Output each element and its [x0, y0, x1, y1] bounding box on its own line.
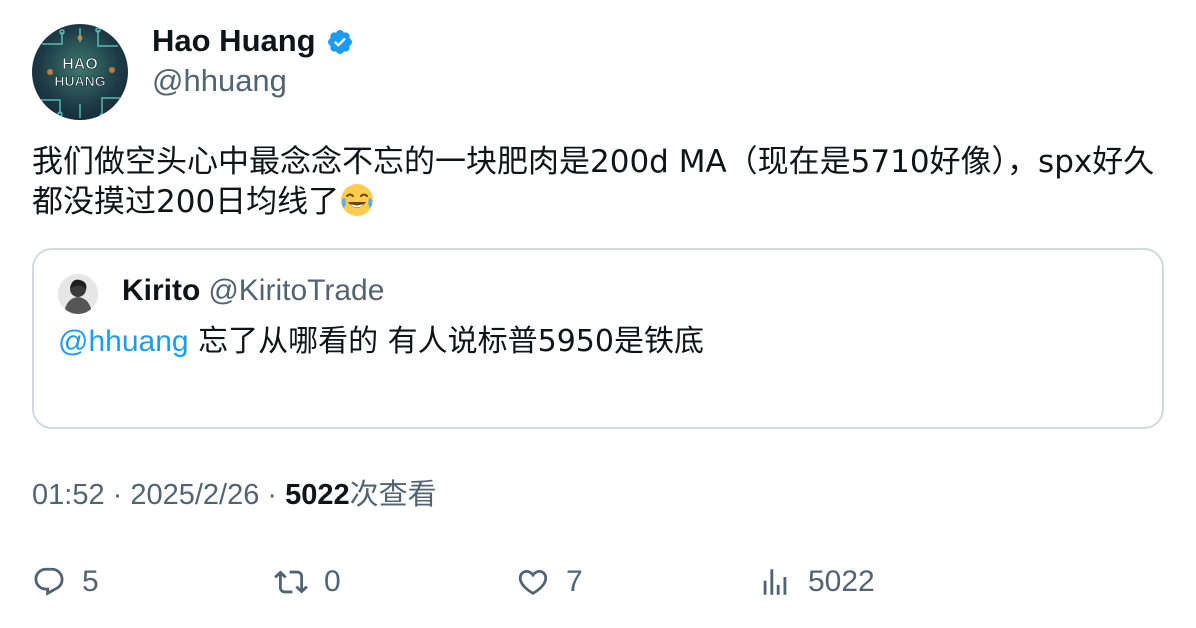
meta-separator: ·	[259, 479, 286, 511]
tears-of-joy-emoji-icon	[339, 182, 375, 218]
quoted-author[interactable]: Kirito @KiritoTrade	[122, 272, 384, 310]
tweet-time[interactable]: 01:52	[32, 479, 105, 511]
analytics-icon	[763, 569, 787, 595]
reply-icon	[34, 567, 64, 596]
retweet-button[interactable]: 0	[274, 562, 341, 602]
retweet-count: 0	[324, 565, 341, 598]
quoted-tweet-text: @hhuang 忘了从哪看的 有人说标普5950是铁底	[58, 322, 704, 362]
heart-icon	[518, 569, 548, 595]
quoted-author-handle[interactable]: @KiritoTrade	[208, 274, 384, 307]
avatar-logo-text: HUANG	[54, 73, 105, 89]
quoted-author-avatar[interactable]	[58, 274, 98, 314]
tweet-text: 我们做空头心中最念念不忘的一块肥肉是200d MA（现在是5710好像），spx…	[32, 142, 1168, 222]
verified-badge-icon	[326, 27, 354, 55]
quoted-tweet-card[interactable]: Kirito @KiritoTrade @hhuang 忘了从哪看的 有人说标普5…	[32, 248, 1164, 429]
author-name[interactable]: Hao Huang	[152, 22, 354, 60]
quoted-tweet-body: 忘了从哪看的 有人说标普5950是铁底	[188, 324, 704, 359]
retweet-icon	[274, 570, 308, 594]
tweet-metadata: 01:52 · 2025/2/26 · 5022次查看	[32, 475, 437, 514]
author-avatar[interactable]: HAO HUANG	[32, 24, 128, 120]
views-action-count: 5022	[808, 565, 875, 598]
tweet-date[interactable]: 2025/2/26	[130, 479, 259, 511]
author-name-text[interactable]: Hao Huang	[152, 22, 316, 60]
avatar-logo-text: HAO	[62, 56, 98, 73]
mention-link[interactable]: @hhuang	[58, 325, 189, 358]
reply-button[interactable]: 5	[32, 562, 99, 602]
meta-separator: ·	[104, 479, 131, 511]
reply-count: 5	[82, 565, 99, 598]
views-button[interactable]: 5022	[758, 562, 875, 602]
views-count: 5022	[285, 479, 350, 511]
views-label: 次查看	[349, 477, 437, 511]
author-handle[interactable]: @hhuang	[152, 62, 287, 100]
like-button[interactable]: 7	[516, 562, 583, 602]
like-count: 7	[566, 565, 583, 598]
quoted-author-name[interactable]: Kirito	[122, 274, 200, 307]
tweet-text-body: 我们做空头心中最念念不忘的一块肥肉是200d MA（现在是5710好像），spx…	[32, 144, 1155, 220]
